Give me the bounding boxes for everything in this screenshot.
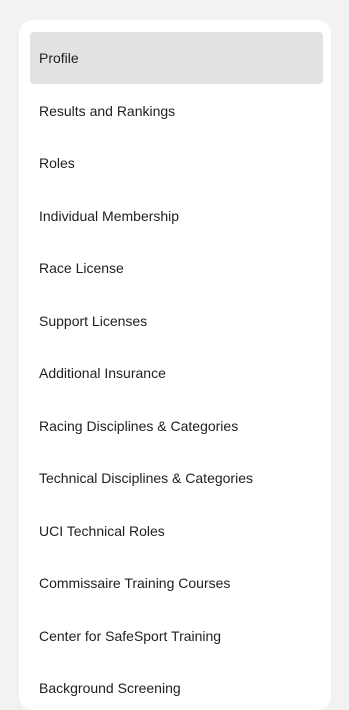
nav-item-roles[interactable]: Roles [30, 137, 323, 189]
nav-item-results-and-rankings[interactable]: Results and Rankings [30, 85, 323, 137]
nav-item-support-licenses[interactable]: Support Licenses [30, 295, 323, 347]
nav-item-center-for-safesport-training[interactable]: Center for SafeSport Training [30, 610, 323, 662]
nav-item-profile[interactable]: Profile [30, 32, 323, 84]
nav-item-racing-disciplines-categories[interactable]: Racing Disciplines & Categories [30, 400, 323, 452]
nav-item-commissaire-training-courses[interactable]: Commissaire Training Courses [30, 557, 323, 609]
nav-item-additional-insurance[interactable]: Additional Insurance [30, 347, 323, 399]
nav-item-individual-membership[interactable]: Individual Membership [30, 190, 323, 242]
nav-item-uci-technical-roles[interactable]: UCI Technical Roles [30, 505, 323, 557]
nav-item-background-screening[interactable]: Background Screening [30, 662, 323, 710]
profile-nav-list: Profile Results and Rankings Roles Indiv… [30, 32, 323, 710]
nav-item-technical-disciplines-categories[interactable]: Technical Disciplines & Categories [30, 452, 323, 504]
profile-nav-card: Profile Results and Rankings Roles Indiv… [19, 20, 331, 710]
nav-item-race-license[interactable]: Race License [30, 242, 323, 294]
